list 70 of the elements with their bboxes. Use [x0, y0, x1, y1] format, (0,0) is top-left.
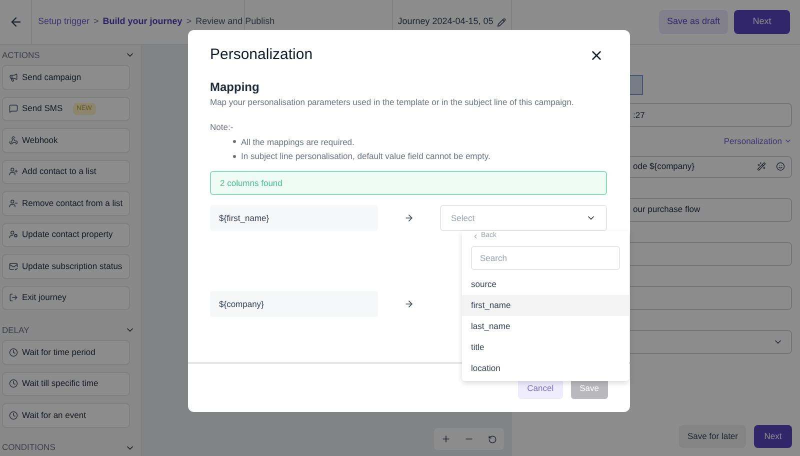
- bullet-icon: [233, 140, 236, 144]
- edit-pencil-icon[interactable]: [497, 18, 506, 26]
- parameter-field: ${company}: [210, 291, 378, 317]
- clock-icon: [9, 379, 18, 388]
- search-field[interactable]: Search: [471, 246, 620, 270]
- next-button[interactable]: Next: [734, 10, 790, 34]
- sidebar-item[interactable]: Update contact property: [2, 222, 130, 247]
- dialog-title: Personalization: [210, 45, 313, 65]
- save-for-later-button[interactable]: Save for later: [679, 425, 746, 448]
- parameter-field: ${first_name}: [210, 205, 378, 231]
- item-label: Exit journey: [22, 291, 66, 304]
- breadcrumb-link[interactable]: Build your journey: [102, 15, 182, 29]
- sidebar-item[interactable]: Update subscription status: [2, 254, 130, 278]
- megaphone-icon: [9, 72, 18, 82]
- item-label: Send campaign: [22, 70, 82, 84]
- dropdown-option[interactable]: last_name: [462, 316, 629, 337]
- item-label: Wait till specific time: [22, 377, 98, 390]
- reset-icon[interactable]: [488, 434, 498, 444]
- status-banner: 2 columns found: [210, 171, 607, 195]
- arrow-right-icon: [404, 299, 414, 309]
- mail-icon: [9, 262, 18, 271]
- section-heading: DELAY: [2, 324, 30, 336]
- breadcrumb-link[interactable]: Setup trigger: [38, 15, 90, 29]
- breadcrumb-separator: >: [94, 15, 99, 28]
- arrow-right-icon: [404, 213, 414, 223]
- dropdown-option[interactable]: first_name: [462, 295, 629, 316]
- item-label: Update contact property: [22, 228, 113, 242]
- magic-wand-icon[interactable]: [757, 162, 766, 172]
- remove-user-icon: [9, 198, 18, 208]
- chevron-left-icon: [472, 232, 479, 240]
- chat-bubble-icon: [9, 104, 18, 114]
- note-title: Note:-: [210, 120, 234, 132]
- sidebar-item[interactable]: Webhook: [2, 128, 130, 152]
- section-heading: CONDITIONS: [2, 441, 56, 454]
- zoom-in-icon[interactable]: [440, 434, 451, 444]
- item-label: Wait for time period: [22, 346, 96, 359]
- breadcrumb-link[interactable]: Review and Publish: [196, 15, 275, 29]
- webhook-icon: [9, 136, 18, 145]
- next-button[interactable]: Next: [754, 425, 792, 448]
- item-label: Remove contact from a list: [22, 196, 123, 210]
- exit-icon: [9, 293, 18, 302]
- note-text: All the mappings are required.: [241, 136, 354, 148]
- item-label: Webhook: [22, 134, 58, 147]
- emoji-icon[interactable]: [776, 162, 785, 172]
- section-heading: ACTIONS: [2, 48, 40, 62]
- sidebar-item[interactable]: Send campaign: [2, 65, 130, 90]
- dropdown-option[interactable]: source: [462, 274, 629, 295]
- clock-icon: [9, 410, 18, 420]
- sidebar-item[interactable]: Wait for an event: [2, 403, 130, 428]
- item-label: Send SMS: [22, 102, 63, 116]
- add-user-icon: [9, 167, 18, 176]
- section-title: Mapping: [210, 78, 260, 94]
- item-label: Add contact to a list: [22, 165, 96, 178]
- sidebar-item[interactable]: Wait for time period: [2, 340, 130, 364]
- item-label: Update subscription status: [22, 260, 122, 273]
- sidebar-item[interactable]: Wait till specific time: [2, 372, 130, 396]
- sidebar-item[interactable]: Add contact to a list: [2, 160, 130, 184]
- sidebar-item[interactable]: Remove contact from a list: [2, 191, 130, 216]
- dropdown-option[interactable]: title: [462, 337, 629, 358]
- bullet-icon: [233, 155, 236, 158]
- personalization-link[interactable]: Personalization: [724, 135, 792, 148]
- journey-name: Journey 2024-04-15, 05: [398, 15, 494, 28]
- sidebar-item[interactable]: Exit journey: [2, 286, 130, 310]
- clock-icon: [9, 348, 18, 357]
- breadcrumb-separator: >: [186, 15, 192, 28]
- dropdown-option[interactable]: location: [462, 358, 629, 379]
- item-label: Wait for an event: [22, 408, 86, 422]
- user-settings-icon: [9, 230, 18, 240]
- note-text: In subject line personalisation, default value field cannot be empty.: [241, 150, 490, 163]
- save-draft-button[interactable]: Save as draft: [658, 10, 728, 34]
